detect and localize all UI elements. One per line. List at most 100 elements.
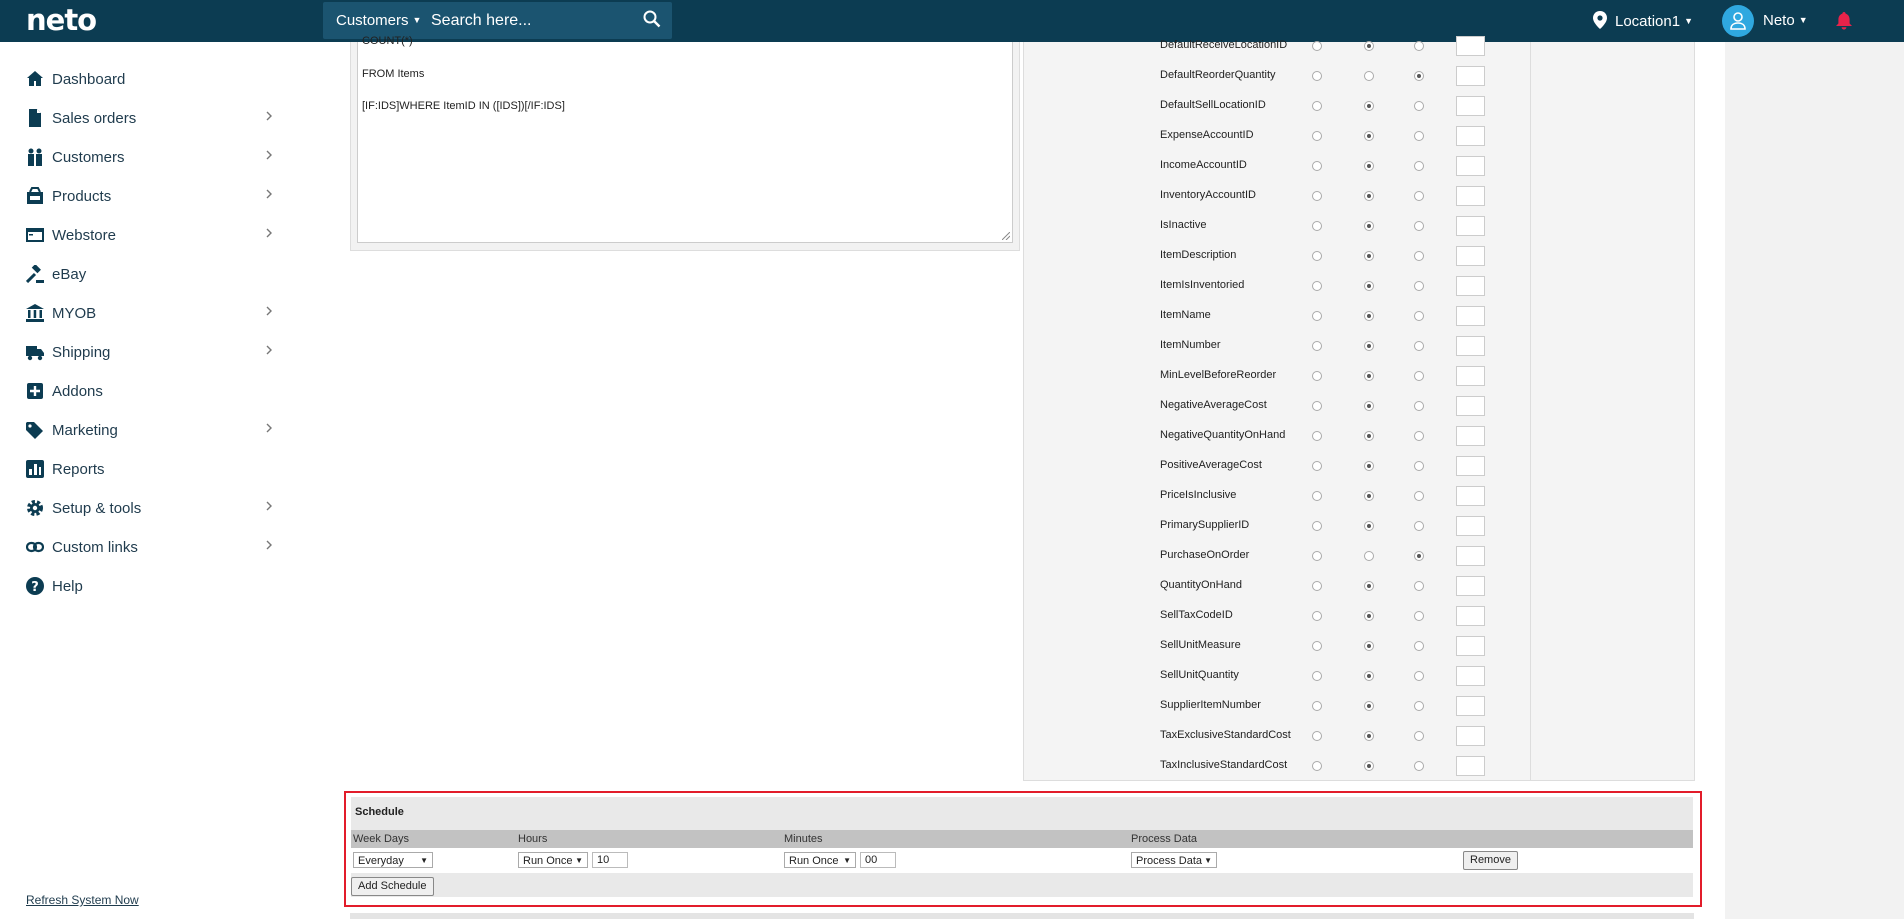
process-data-select[interactable]: Process Data ▼ (1131, 852, 1217, 868)
field-value-input[interactable] (1456, 396, 1485, 416)
field-option-radio[interactable] (1312, 461, 1322, 471)
refresh-system-link[interactable]: Refresh System Now (26, 893, 139, 907)
field-option-radio[interactable] (1414, 131, 1424, 141)
field-option-radio[interactable] (1364, 191, 1374, 201)
field-option-radio[interactable] (1312, 41, 1322, 51)
field-value-input[interactable] (1456, 246, 1485, 266)
sidebar-item-setup-tools[interactable]: Setup & tools (26, 493, 272, 523)
field-option-radio[interactable] (1414, 401, 1424, 411)
field-value-input[interactable] (1456, 276, 1485, 296)
field-value-input[interactable] (1456, 726, 1485, 746)
field-option-radio[interactable] (1312, 311, 1322, 321)
field-option-radio[interactable] (1414, 761, 1424, 771)
field-option-radio[interactable] (1414, 161, 1424, 171)
field-option-radio[interactable] (1364, 701, 1374, 711)
field-option-radio[interactable] (1312, 281, 1322, 291)
field-value-input[interactable] (1456, 606, 1485, 626)
add-schedule-button[interactable]: Add Schedule (351, 877, 434, 896)
field-option-radio[interactable] (1312, 341, 1322, 351)
field-option-radio[interactable] (1414, 671, 1424, 681)
sidebar-item-ebay[interactable]: eBay (26, 259, 272, 289)
field-value-input[interactable] (1456, 756, 1485, 776)
field-value-input[interactable] (1456, 186, 1485, 206)
field-value-input[interactable] (1456, 96, 1485, 116)
field-option-radio[interactable] (1414, 101, 1424, 111)
field-value-input[interactable] (1456, 486, 1485, 506)
field-value-input[interactable] (1456, 336, 1485, 356)
field-option-radio[interactable] (1312, 521, 1322, 531)
field-option-radio[interactable] (1414, 581, 1424, 591)
field-option-radio[interactable] (1312, 491, 1322, 501)
field-option-radio[interactable] (1364, 491, 1374, 501)
field-value-input[interactable] (1456, 516, 1485, 536)
field-option-radio[interactable] (1312, 731, 1322, 741)
field-option-radio[interactable] (1312, 191, 1322, 201)
field-option-radio[interactable] (1414, 191, 1424, 201)
field-option-radio[interactable] (1414, 341, 1424, 351)
field-option-radio[interactable] (1414, 311, 1424, 321)
sidebar-item-customers[interactable]: Customers (26, 142, 272, 172)
field-option-radio[interactable] (1364, 161, 1374, 171)
field-option-radio[interactable] (1364, 281, 1374, 291)
field-option-radio[interactable] (1364, 371, 1374, 381)
field-option-radio[interactable] (1312, 221, 1322, 231)
sidebar-item-custom-links[interactable]: Custom links (26, 532, 272, 562)
field-option-radio[interactable] (1364, 671, 1374, 681)
minutes-mode-select[interactable]: Run Once ▼ (784, 852, 856, 868)
search-icon[interactable] (643, 10, 661, 33)
sidebar-item-reports[interactable]: Reports (26, 454, 272, 484)
field-value-input[interactable] (1456, 666, 1485, 686)
field-option-radio[interactable] (1414, 641, 1424, 651)
hours-mode-select[interactable]: Run Once ▼ (518, 852, 588, 868)
neto-logo[interactable]: neto (26, 3, 97, 37)
field-value-input[interactable] (1456, 456, 1485, 476)
sidebar-item-sales-orders[interactable]: Sales orders (26, 103, 272, 133)
field-value-input[interactable] (1456, 156, 1485, 176)
sidebar-item-marketing[interactable]: Marketing (26, 415, 272, 445)
field-option-radio[interactable] (1364, 761, 1374, 771)
field-value-input[interactable] (1456, 306, 1485, 326)
field-value-input[interactable] (1456, 576, 1485, 596)
field-option-radio[interactable] (1364, 71, 1374, 81)
field-option-radio[interactable] (1414, 701, 1424, 711)
field-option-radio[interactable] (1414, 731, 1424, 741)
field-value-input[interactable] (1456, 426, 1485, 446)
field-option-radio[interactable] (1312, 71, 1322, 81)
field-option-radio[interactable] (1312, 431, 1322, 441)
field-option-radio[interactable] (1414, 461, 1424, 471)
field-option-radio[interactable] (1364, 311, 1374, 321)
remove-schedule-button[interactable]: Remove (1463, 851, 1518, 870)
field-option-radio[interactable] (1364, 101, 1374, 111)
field-option-radio[interactable] (1312, 671, 1322, 681)
field-option-radio[interactable] (1312, 641, 1322, 651)
field-option-radio[interactable] (1312, 701, 1322, 711)
field-value-input[interactable] (1456, 126, 1485, 146)
minutes-input[interactable]: 00 (860, 852, 896, 868)
field-option-radio[interactable] (1414, 611, 1424, 621)
field-option-radio[interactable] (1414, 71, 1424, 81)
field-option-radio[interactable] (1312, 401, 1322, 411)
field-option-radio[interactable] (1312, 131, 1322, 141)
location-selector[interactable]: Location1 ▼ (1593, 11, 1693, 30)
field-value-input[interactable] (1456, 66, 1485, 86)
field-value-input[interactable] (1456, 36, 1485, 56)
field-option-radio[interactable] (1414, 491, 1424, 501)
sidebar-item-help[interactable]: ? Help (26, 571, 272, 601)
field-option-radio[interactable] (1364, 401, 1374, 411)
field-option-radio[interactable] (1312, 611, 1322, 621)
search-scope-dropdown[interactable]: Customers ▼ (336, 12, 421, 29)
field-option-radio[interactable] (1364, 551, 1374, 561)
field-option-radio[interactable] (1364, 611, 1374, 621)
field-option-radio[interactable] (1312, 161, 1322, 171)
field-option-radio[interactable] (1312, 761, 1322, 771)
field-value-input[interactable] (1456, 696, 1485, 716)
search-input[interactable] (429, 7, 633, 35)
field-value-input[interactable] (1456, 366, 1485, 386)
field-option-radio[interactable] (1414, 251, 1424, 261)
field-option-radio[interactable] (1414, 221, 1424, 231)
field-option-radio[interactable] (1414, 431, 1424, 441)
field-option-radio[interactable] (1364, 221, 1374, 231)
field-value-input[interactable] (1456, 636, 1485, 656)
field-option-radio[interactable] (1364, 521, 1374, 531)
field-value-input[interactable] (1456, 216, 1485, 236)
